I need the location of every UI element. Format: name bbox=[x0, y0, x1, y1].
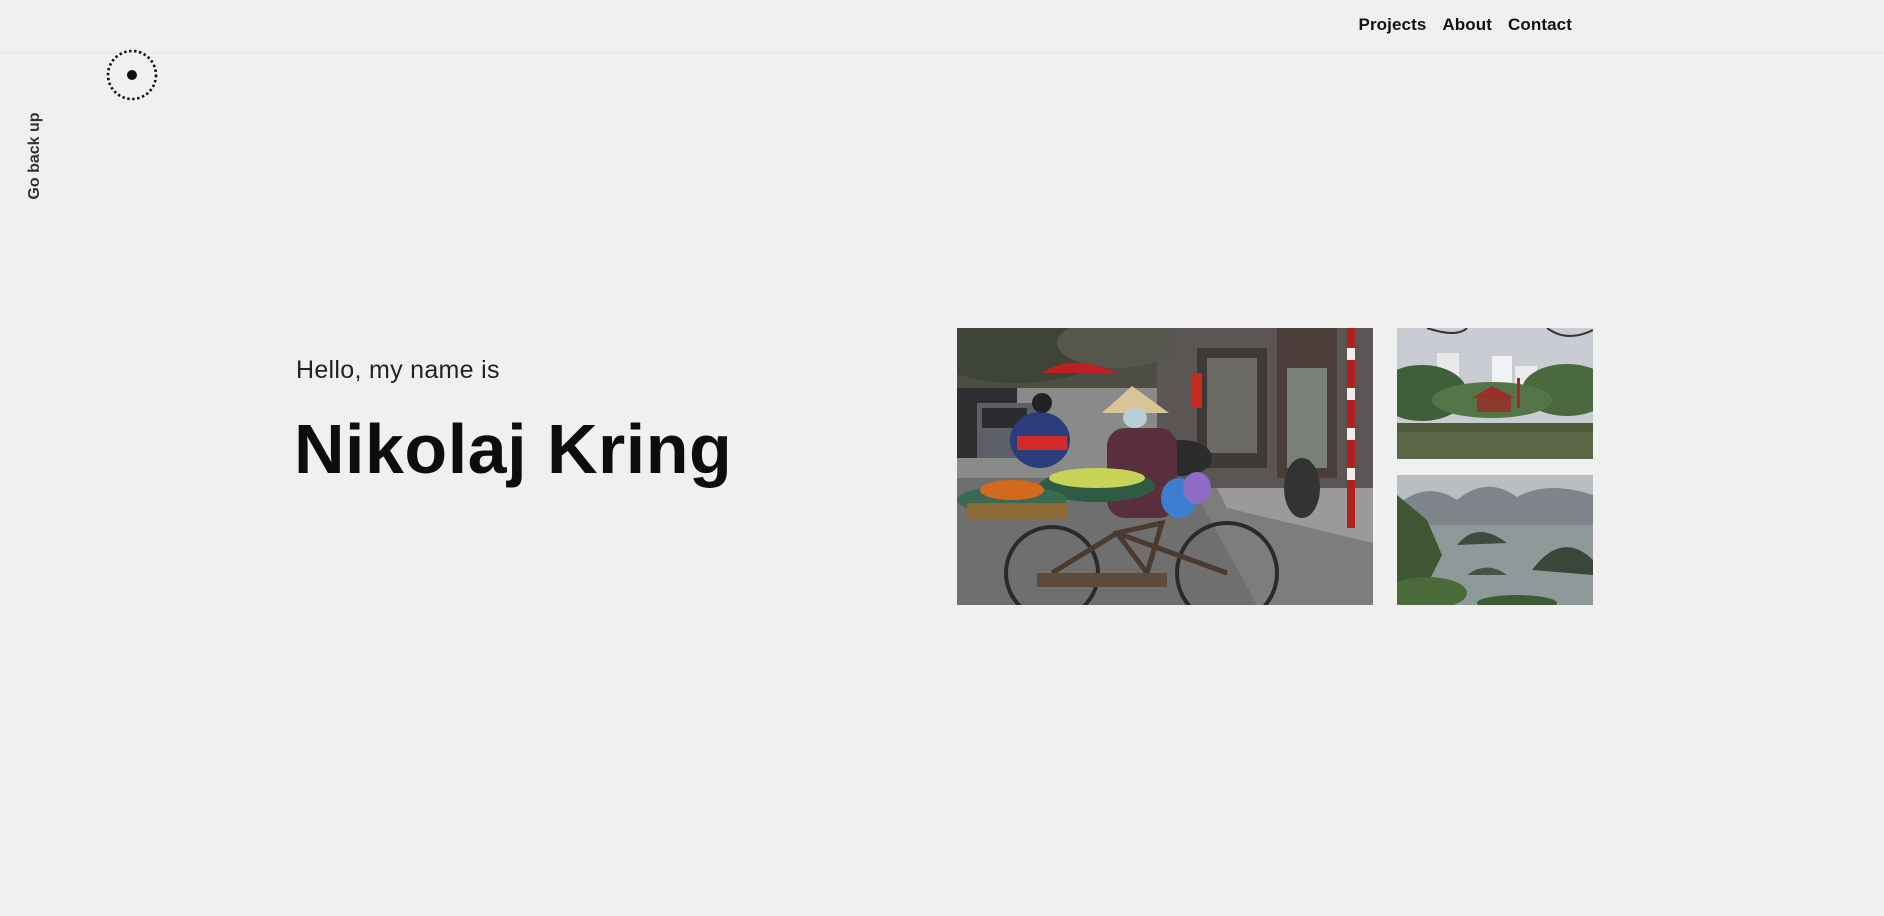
nav-link-contact[interactable]: Contact bbox=[1508, 15, 1572, 35]
main-nav: Projects About Contact bbox=[1359, 15, 1572, 35]
photo-bay-islands bbox=[1397, 475, 1593, 605]
go-back-up-label: Go back up bbox=[26, 112, 43, 200]
photo-temple-lake bbox=[1397, 328, 1593, 459]
top-navigation-bar: Projects About Contact bbox=[0, 0, 1884, 53]
go-back-up-link[interactable]: Go back up bbox=[25, 108, 45, 204]
nav-link-about[interactable]: About bbox=[1442, 15, 1492, 35]
page: Projects About Contact Go back up Hello,… bbox=[0, 0, 1884, 916]
photo-street-vendor bbox=[957, 328, 1373, 605]
dotted-circle-logo-icon[interactable] bbox=[106, 49, 158, 101]
hero-name: Nikolaj Kring bbox=[294, 410, 733, 488]
nav-link-projects[interactable]: Projects bbox=[1359, 15, 1427, 35]
hero-greeting: Hello, my name is bbox=[296, 356, 500, 384]
